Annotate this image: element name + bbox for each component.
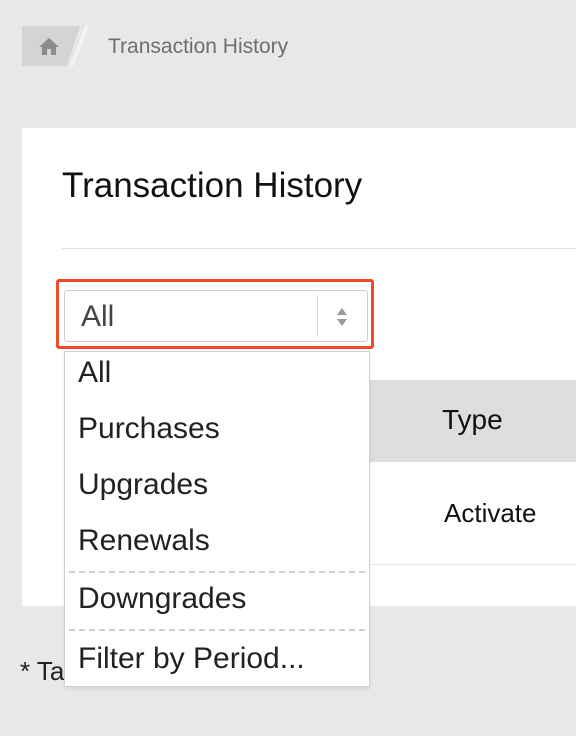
option-upgrades[interactable]: Upgrades — [78, 468, 208, 502]
option-all[interactable]: All — [78, 356, 111, 390]
updown-arrows-icon — [337, 308, 347, 326]
option-filter-by-period[interactable]: Filter by Period... — [78, 642, 305, 676]
table-header: Type — [368, 380, 576, 462]
title-divider — [62, 248, 576, 249]
breadcrumb-current: Transaction History — [108, 35, 289, 58]
page-title: Transaction History — [62, 166, 363, 205]
option-downgrades[interactable]: Downgrades — [78, 582, 246, 616]
option-separator — [69, 571, 365, 573]
table-cell-type: Activate — [444, 498, 537, 528]
filter-dropdown-list: All Purchases Upgrades Renewals Downgrad… — [64, 351, 370, 687]
option-purchases[interactable]: Purchases — [78, 412, 220, 446]
breadcrumb-home-button[interactable] — [22, 26, 80, 66]
option-renewals[interactable]: Renewals — [78, 524, 210, 558]
footnote: * Ta — [20, 656, 65, 686]
select-divider — [317, 295, 318, 337]
select-current-value: All — [81, 300, 115, 333]
home-icon — [39, 38, 59, 55]
table-row: Activate — [368, 462, 576, 565]
option-separator — [69, 629, 365, 631]
column-header-type[interactable]: Type — [442, 404, 503, 436]
transaction-filter-select[interactable]: All — [64, 290, 368, 342]
